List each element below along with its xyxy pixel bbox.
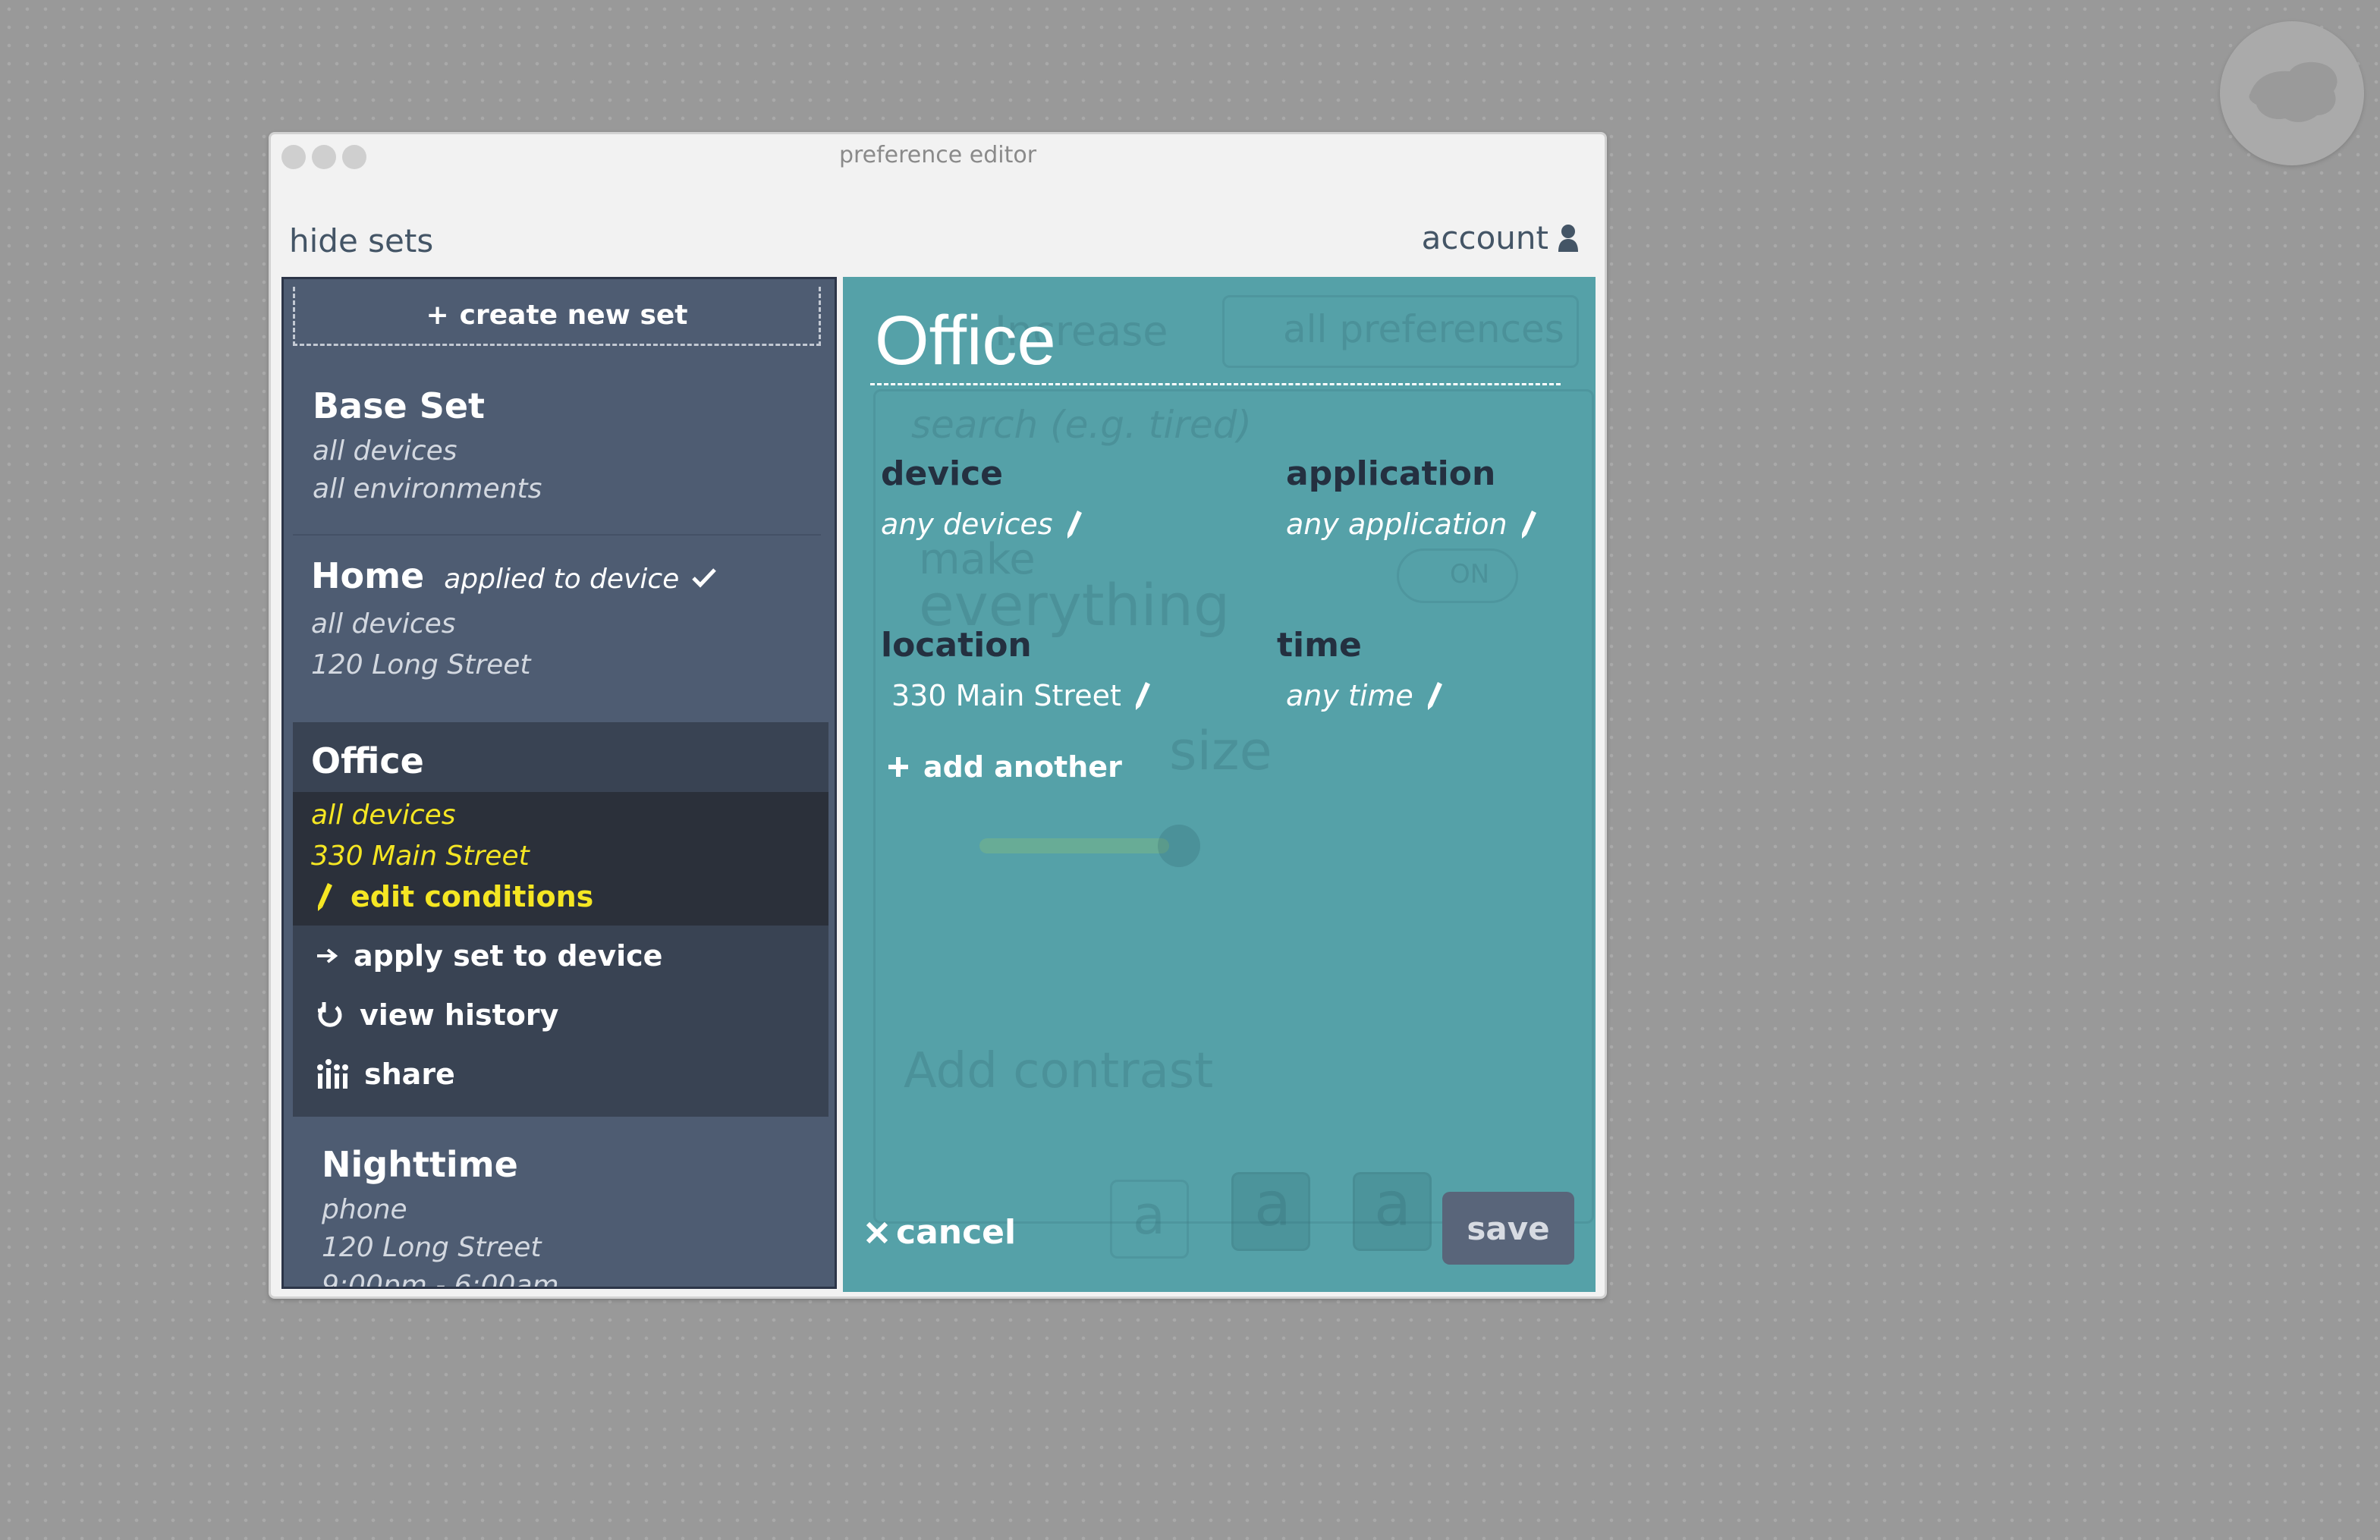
bg-letter: a xyxy=(1254,1169,1292,1240)
checkmark-icon xyxy=(691,567,717,588)
bg-contrast-text: Add contrast xyxy=(904,1043,1214,1099)
edit-conditions-panel: Increase all preferences search (e.g. ti… xyxy=(843,277,1596,1292)
set-name: Base Set xyxy=(313,385,486,426)
device-value[interactable]: any devices xyxy=(881,508,1083,541)
bg-toggle-text: ON xyxy=(1450,559,1490,589)
office-conditions: all devices 330 Main Street edit conditi… xyxy=(293,792,828,926)
plus-icon: + xyxy=(426,300,449,331)
device-label: device xyxy=(881,454,1004,493)
bg-letter: a xyxy=(1133,1184,1165,1246)
apply-set-button[interactable]: apply set to device xyxy=(316,939,662,973)
pencil-icon[interactable] xyxy=(1520,509,1538,539)
set-item-nighttime[interactable]: Nighttime phone 120 Long Street 9:00pm -… xyxy=(322,1144,835,1289)
set-condition: all devices xyxy=(311,800,456,831)
location-label: location xyxy=(881,626,1032,665)
set-item-base[interactable]: Base Set all devices all environments xyxy=(313,385,835,508)
sets-sidebar: + create new set Base Set all devices al… xyxy=(281,277,837,1289)
set-item-office[interactable]: Office all devices 330 Main Street edit … xyxy=(293,722,828,1117)
set-item-home[interactable]: Home applied to device all devices 120 L… xyxy=(311,555,835,684)
title-underline xyxy=(870,383,1561,385)
application-value-text: any application xyxy=(1286,508,1508,541)
history-icon xyxy=(316,1000,344,1030)
close-icon xyxy=(864,1220,890,1246)
create-set-label: create new set xyxy=(459,300,688,331)
arrow-right-icon xyxy=(316,947,338,965)
set-condition: all devices xyxy=(313,435,457,467)
set-condition: 120 Long Street xyxy=(322,1232,542,1263)
time-label: time xyxy=(1277,626,1362,665)
world-map-icon[interactable] xyxy=(2220,21,2364,165)
bg-slider-knob xyxy=(1158,825,1200,867)
plus-icon xyxy=(887,756,910,778)
set-condition: 9:00pm - 6:00am xyxy=(322,1270,559,1289)
pencil-icon[interactable] xyxy=(1065,509,1083,539)
account-button[interactable]: account xyxy=(1422,219,1579,256)
bg-tab-all-preferences: all preferences xyxy=(1283,307,1564,351)
application-label: application xyxy=(1286,454,1496,493)
cancel-label: cancel xyxy=(896,1213,1017,1252)
account-label: account xyxy=(1421,219,1548,256)
set-condition: all environments xyxy=(313,473,542,504)
applied-label: applied to device xyxy=(444,564,680,595)
person-icon xyxy=(1558,224,1579,253)
time-value-text: any time xyxy=(1286,679,1413,712)
view-history-label: view history xyxy=(360,998,559,1032)
set-condition: 330 Main Street xyxy=(311,841,530,872)
share-label: share xyxy=(364,1058,455,1091)
hide-sets-button[interactable]: hide sets xyxy=(289,222,433,259)
set-name: Home xyxy=(311,555,425,596)
pencil-icon[interactable] xyxy=(1133,680,1152,711)
bg-letter: a xyxy=(1374,1169,1412,1240)
bg-size-text: size xyxy=(1169,720,1272,782)
create-new-set-button[interactable]: + create new set xyxy=(293,287,821,346)
set-condition: phone xyxy=(322,1194,407,1225)
view-history-button[interactable]: view history xyxy=(316,998,558,1032)
panel-title: Office xyxy=(875,302,1056,379)
set-name-row: Home applied to device xyxy=(311,555,835,596)
pencil-icon xyxy=(316,882,334,912)
time-value[interactable]: any time xyxy=(1286,679,1444,712)
pencil-icon[interactable] xyxy=(1426,680,1444,711)
location-value-text: 330 Main Street xyxy=(891,679,1121,712)
share-icon xyxy=(316,1058,349,1090)
set-condition: all devices xyxy=(311,608,456,640)
bg-search-text: search (e.g. tired) xyxy=(911,403,1252,447)
bg-slider-fill xyxy=(979,838,1169,853)
preference-editor-window: preference editor hide sets account + cr… xyxy=(269,132,1607,1299)
edit-conditions-label: edit conditions xyxy=(351,880,594,913)
cancel-button[interactable]: cancel xyxy=(864,1213,1016,1252)
apply-set-label: apply set to device xyxy=(354,939,663,973)
share-button[interactable]: share xyxy=(316,1058,455,1091)
set-name: Office xyxy=(311,740,424,781)
edit-conditions-button[interactable]: edit conditions xyxy=(316,880,593,913)
device-value-text: any devices xyxy=(881,508,1053,541)
add-location-button[interactable]: add another xyxy=(887,750,1122,784)
window-title: preference editor xyxy=(838,142,1037,168)
set-condition: 120 Long Street xyxy=(311,649,531,680)
office-header: Office xyxy=(293,722,828,792)
location-value[interactable]: 330 Main Street xyxy=(891,679,1152,712)
divider xyxy=(293,534,821,536)
application-value[interactable]: any application xyxy=(1286,508,1538,541)
add-another-label: add another xyxy=(923,750,1122,784)
set-name: Nighttime xyxy=(322,1144,518,1185)
save-button[interactable]: save xyxy=(1442,1192,1574,1265)
